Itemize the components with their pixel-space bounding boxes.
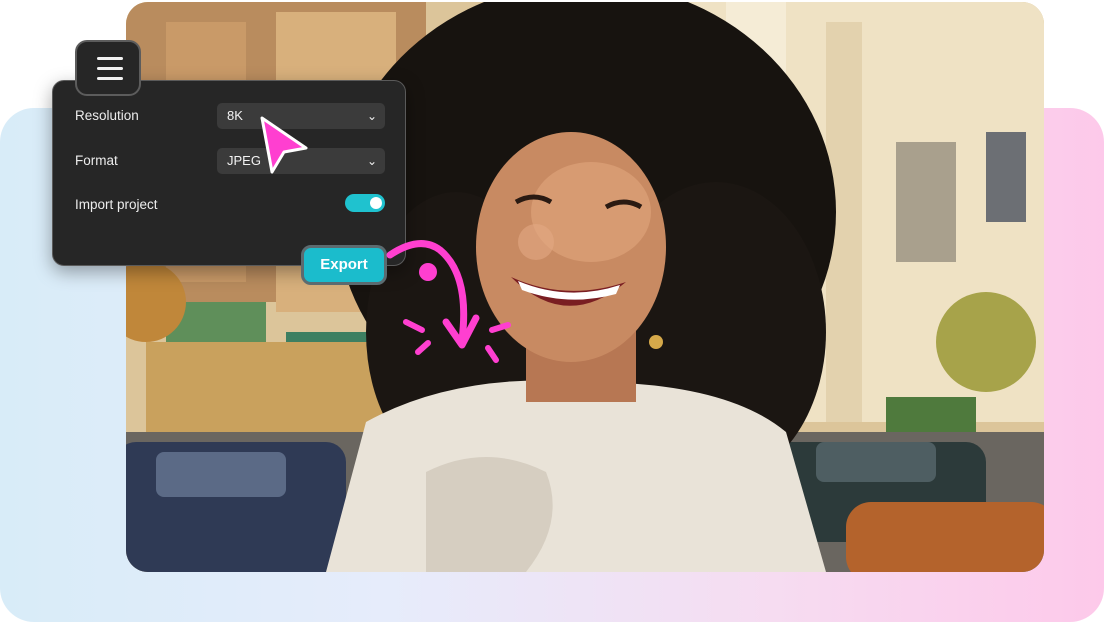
- resolution-label: Resolution: [75, 108, 139, 123]
- hamburger-menu-icon-bar: [97, 77, 123, 80]
- chevron-down-icon: ⌄: [366, 154, 377, 168]
- menu-button[interactable]: [75, 40, 141, 96]
- chevron-down-icon: ⌄: [366, 109, 377, 123]
- import-project-label: Import project: [75, 197, 158, 212]
- hamburger-menu-icon-bar: [97, 67, 123, 70]
- format-label: Format: [75, 153, 118, 168]
- hamburger-menu-icon: [97, 57, 123, 60]
- toggle-knob: [370, 197, 382, 209]
- export-button[interactable]: Export: [301, 245, 387, 285]
- resolution-select[interactable]: 8K ⌄: [217, 103, 385, 129]
- format-select[interactable]: JPEG ⌄: [217, 148, 385, 174]
- export-settings-panel: Resolution 8K ⌄ Format JPEG ⌄ Import pro…: [52, 80, 406, 266]
- format-value: JPEG: [227, 153, 261, 168]
- import-project-toggle[interactable]: [345, 194, 385, 212]
- resolution-value: 8K: [227, 108, 243, 123]
